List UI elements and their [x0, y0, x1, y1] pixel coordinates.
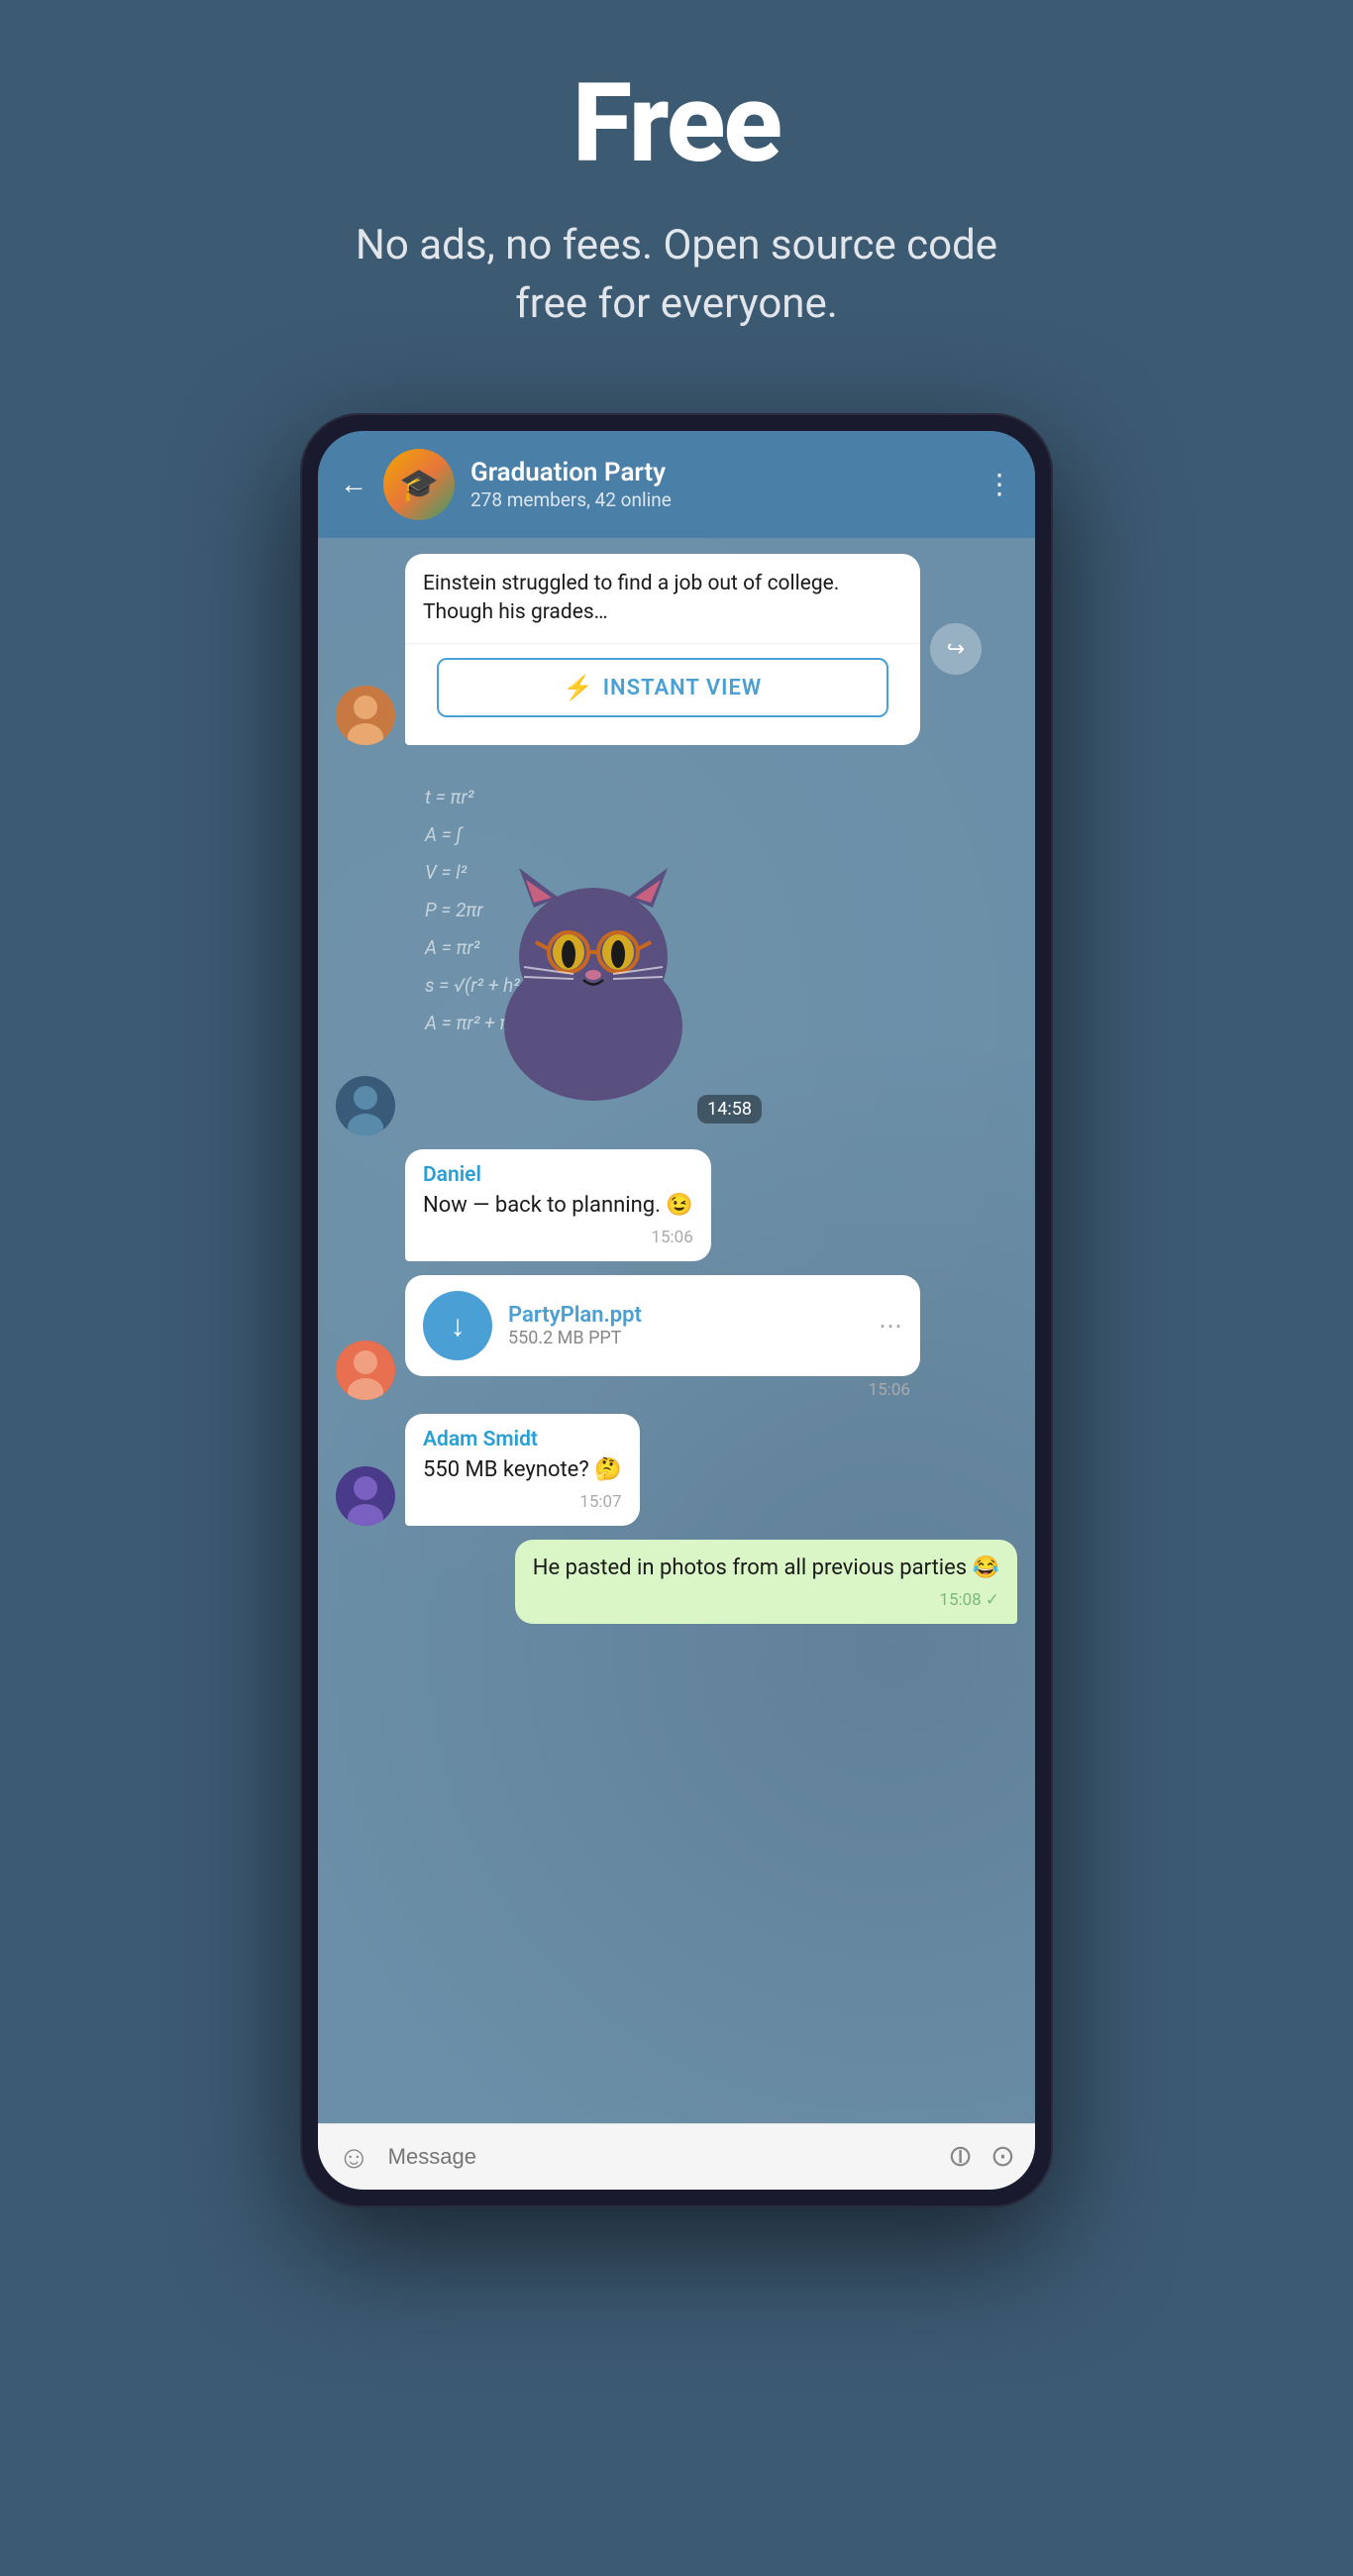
avatar — [336, 1341, 395, 1400]
message-row: Daniel Now — back to planning. 😉 15:06 — [336, 1149, 1017, 1261]
bolt-icon: ⚡ — [564, 674, 593, 701]
avatar — [336, 1076, 395, 1135]
download-button[interactable]: ↓ — [423, 1291, 492, 1360]
bubble-text: 550 MB keynote? 🤔 — [423, 1455, 622, 1486]
sticker-message-row: t = πr² A = ∫ V = l² P = 2πr A = πr² s =… — [336, 759, 1017, 1135]
forward-button[interactable]: ↪ — [930, 623, 982, 675]
avatar — [336, 1466, 395, 1526]
cat-sticker — [465, 838, 722, 1106]
article-text: Einstein struggled to find a job out of … — [423, 570, 902, 628]
chat-group-avatar: 🎓 — [383, 449, 455, 520]
message-input[interactable] — [388, 2144, 930, 2170]
back-button[interactable]: ← — [340, 468, 367, 500]
more-options-button[interactable]: ⋮ — [986, 468, 1013, 500]
chat-info: Graduation Party 278 members, 42 online — [470, 458, 970, 511]
chat-body: Einstein struggled to find a job out of … — [318, 538, 1035, 2123]
bubble-text: He pasted in photos from all previous pa… — [533, 1554, 999, 1584]
avatar — [336, 686, 395, 745]
message-bubble: Adam Smidt 550 MB keynote? 🤔 15:07 — [405, 1414, 640, 1526]
message-bubble: Daniel Now — back to planning. 😉 15:06 — [405, 1149, 711, 1261]
chat-name: Graduation Party — [470, 458, 970, 488]
forward-icon: ↪ — [947, 637, 965, 662]
bubble-text: Now — back to planning. 😉 — [423, 1191, 693, 1222]
file-info: PartyPlan.ppt 550.2 MB PPT — [508, 1303, 863, 1348]
file-bubble: ↓ PartyPlan.ppt 550.2 MB PPT ⋯ — [405, 1275, 920, 1376]
phone-mockup: ← 🎓 Graduation Party 278 members, 42 onl… — [300, 413, 1053, 2207]
file-more-button[interactable]: ⋯ — [879, 1312, 902, 1340]
file-time: 15:06 — [405, 1380, 920, 1400]
chat-header: ← 🎓 Graduation Party 278 members, 42 onl… — [318, 431, 1035, 538]
message-time: 15:08 ✓ — [533, 1590, 999, 1610]
own-message-bubble: He pasted in photos from all previous pa… — [515, 1540, 1017, 1624]
message-time: 15:07 — [423, 1492, 622, 1512]
sticker-container: t = πr² A = ∫ V = l² P = 2πr A = πr² s =… — [405, 759, 781, 1135]
emoji-button[interactable]: ☺ — [338, 2138, 370, 2176]
message-row: Einstein struggled to find a job out of … — [336, 554, 1017, 746]
message-row: Adam Smidt 550 MB keynote? 🤔 15:07 — [336, 1414, 1017, 1526]
article-preview: Einstein struggled to find a job out of … — [405, 554, 920, 645]
instant-view-button[interactable]: ⚡ INSTANT VIEW — [437, 658, 888, 717]
file-name: PartyPlan.ppt — [508, 1303, 863, 1328]
file-size: 550.2 MB PPT — [508, 1328, 863, 1348]
message-time: 15:06 — [423, 1228, 693, 1247]
own-message-row: He pasted in photos from all previous pa… — [336, 1540, 1017, 1624]
camera-button[interactable]: ⊙ — [990, 2139, 1015, 2174]
iv-button-label: INSTANT VIEW — [603, 676, 763, 700]
phone-screen: ← 🎓 Graduation Party 278 members, 42 onl… — [318, 431, 1035, 2190]
hero-title: Free — [572, 59, 781, 187]
instant-view-card: Einstein struggled to find a job out of … — [405, 554, 920, 746]
file-message-row: ↓ PartyPlan.ppt 550.2 MB PPT ⋯ 15:06 — [336, 1275, 1017, 1400]
hero-subtitle: No ads, no fees. Open source code free f… — [330, 217, 1023, 334]
attach-button[interactable]: ⊘ — [939, 2135, 982, 2178]
read-check-icon: ✓ — [986, 1590, 999, 1610]
chat-members: 278 members, 42 online — [470, 488, 970, 511]
sender-name: Adam Smidt — [423, 1428, 622, 1451]
download-icon: ↓ — [451, 1309, 466, 1343]
input-bar: ☺ ⊘ ⊙ — [318, 2123, 1035, 2190]
sender-name: Daniel — [423, 1163, 693, 1187]
